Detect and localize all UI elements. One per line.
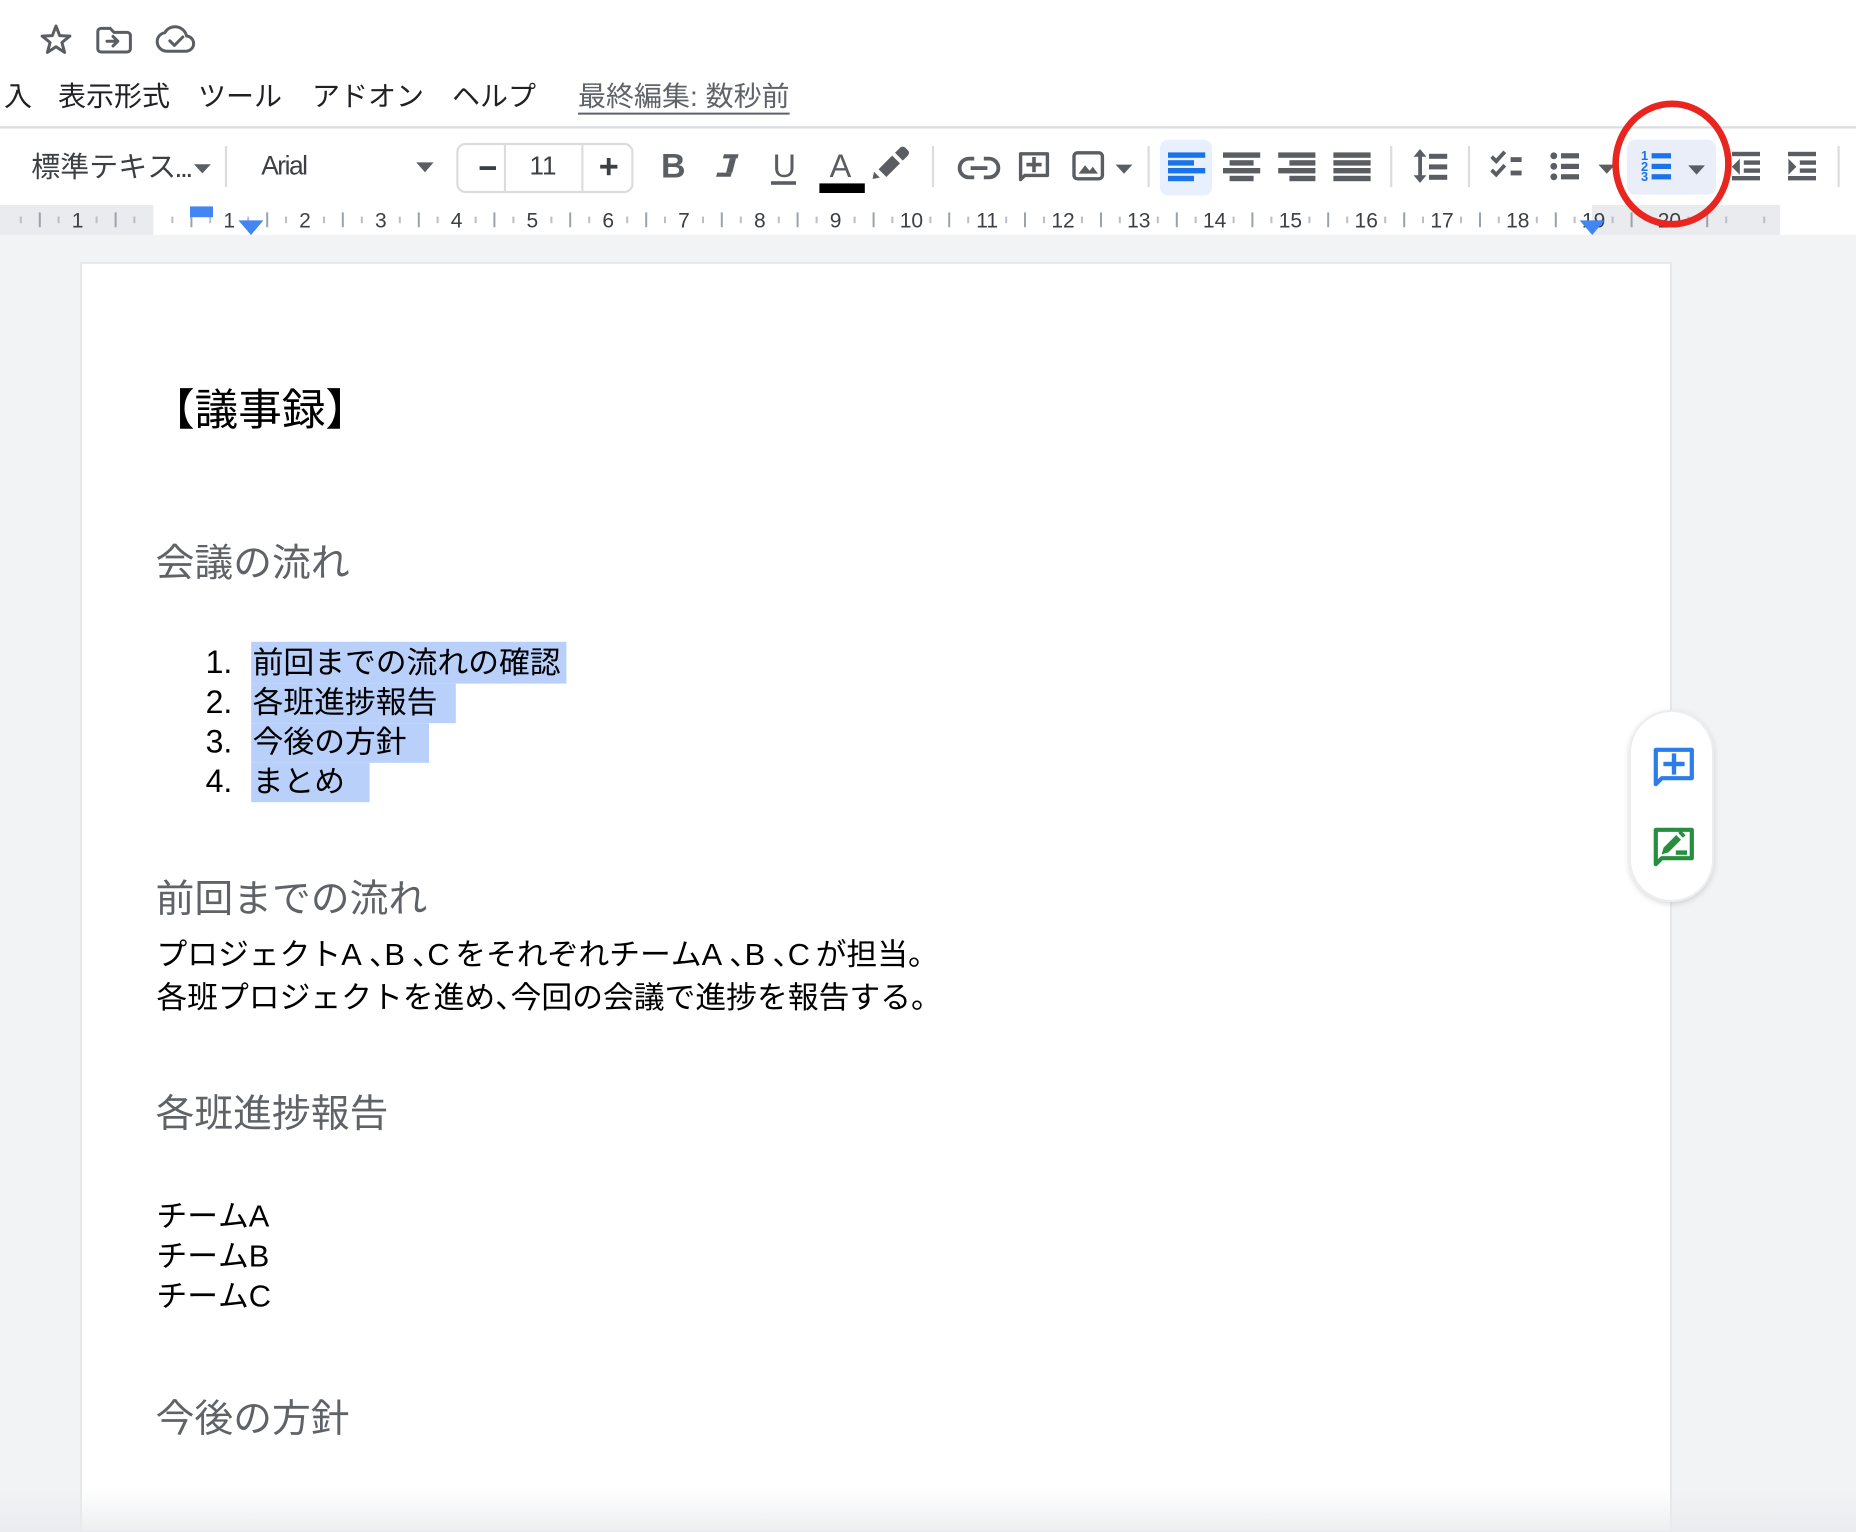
svg-text:3: 3 [375, 210, 387, 233]
svg-text:B: B [661, 148, 686, 186]
svg-text:U: U [773, 148, 796, 184]
svg-text:4.: 4. [206, 763, 233, 799]
svg-text:13: 13 [1127, 210, 1150, 233]
svg-text:4: 4 [451, 210, 463, 233]
svg-text:C: C [427, 937, 449, 972]
svg-text:9: 9 [830, 210, 842, 233]
svg-text:2: 2 [299, 210, 311, 233]
svg-text::: : [690, 81, 706, 112]
svg-text:C: C [249, 1279, 271, 1314]
svg-text:11: 11 [976, 210, 998, 233]
svg-text:3: 3 [1641, 169, 1648, 184]
svg-text:7: 7 [678, 210, 690, 233]
svg-text:5: 5 [527, 210, 539, 233]
svg-text:11: 11 [530, 151, 557, 181]
svg-text:8: 8 [754, 210, 766, 233]
svg-text:15: 15 [1279, 210, 1302, 233]
svg-text:12: 12 [1051, 210, 1074, 233]
svg-text:3.: 3. [206, 723, 233, 759]
svg-text:A: A [249, 1199, 270, 1234]
svg-text:A: A [702, 937, 723, 972]
svg-text:1: 1 [223, 210, 235, 233]
svg-text:C: C [788, 937, 810, 972]
svg-text:B: B [745, 937, 766, 972]
svg-text:14: 14 [1203, 210, 1227, 233]
svg-text:B: B [384, 937, 405, 972]
svg-text:6: 6 [602, 210, 614, 233]
svg-text:...: ... [174, 152, 191, 184]
svg-text:Arial: Arial [261, 151, 307, 181]
svg-text:16: 16 [1355, 210, 1378, 233]
svg-text:17: 17 [1430, 210, 1453, 233]
svg-text:A: A [341, 937, 362, 972]
svg-text:10: 10 [900, 210, 923, 233]
svg-text:1.: 1. [206, 644, 233, 680]
svg-text:B: B [249, 1239, 270, 1274]
svg-text:18: 18 [1506, 210, 1529, 233]
svg-text:2.: 2. [206, 684, 233, 720]
svg-text:1: 1 [72, 210, 84, 233]
svg-text:A: A [830, 148, 852, 184]
